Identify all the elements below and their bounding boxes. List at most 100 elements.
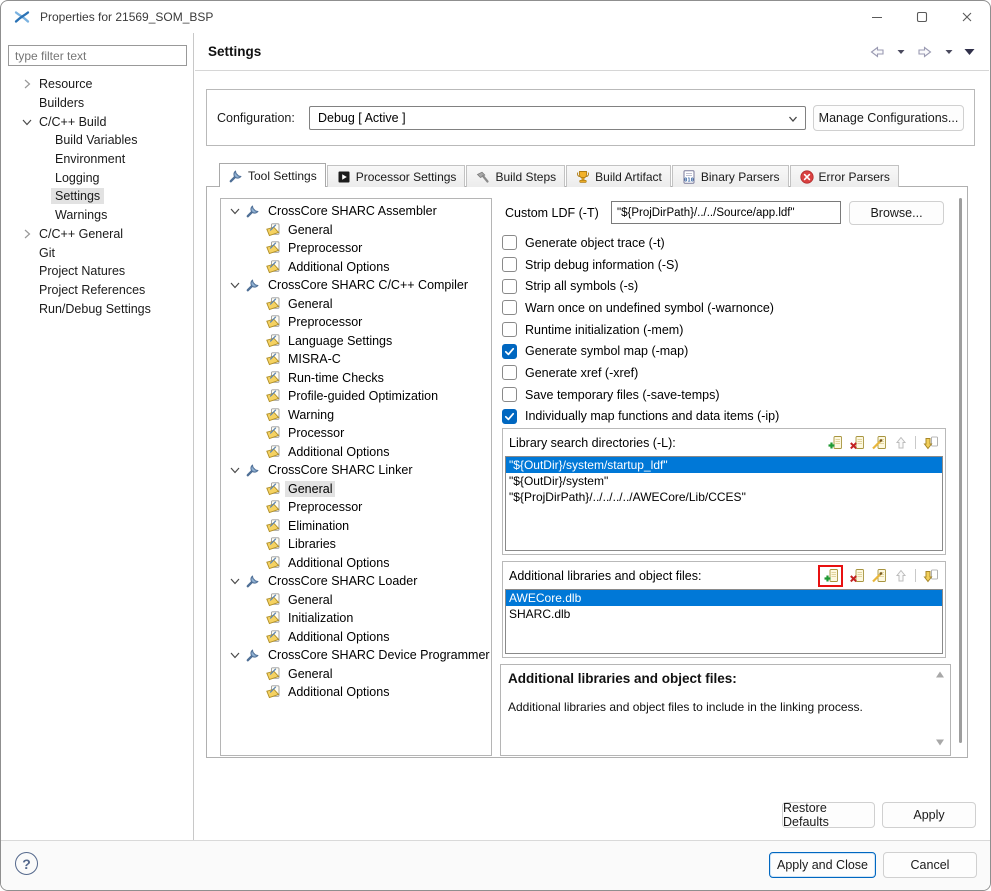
- tool-tree-item-general[interactable]: General: [221, 221, 491, 240]
- add-button[interactable]: [826, 435, 843, 451]
- move-down-button[interactable]: [922, 568, 939, 584]
- tab-processor-settings[interactable]: Processor Settings: [327, 165, 466, 187]
- tool-tree-item-elimination[interactable]: Elimination: [221, 517, 491, 536]
- tool-tree-item-crosscore-sharc-device-programmer[interactable]: CrossCore SHARC Device Programmer: [221, 646, 491, 665]
- cancel-button[interactable]: Cancel: [883, 852, 977, 878]
- checkbox-checked-icon[interactable]: [502, 409, 517, 424]
- tool-tree-item-initialization[interactable]: Initialization: [221, 609, 491, 628]
- list-item[interactable]: "${OutDir}/system/startup_ldf": [506, 457, 942, 473]
- custom-ldf-input[interactable]: [611, 201, 841, 224]
- sidebar-item-c-c-general[interactable]: C/C++ General: [1, 225, 192, 244]
- tool-tree-item-additional-options[interactable]: Additional Options: [221, 554, 491, 573]
- apply-and-close-button[interactable]: Apply and Close: [769, 852, 876, 878]
- tool-tree-item-crosscore-sharc-linker[interactable]: CrossCore SHARC Linker: [221, 461, 491, 480]
- tool-tree-item-crosscore-sharc-assembler[interactable]: CrossCore SHARC Assembler: [221, 202, 491, 221]
- sidebar-item-run-debug-settings[interactable]: Run/Debug Settings: [1, 299, 192, 318]
- tool-tree-item-processor[interactable]: Processor: [221, 424, 491, 443]
- view-menu-button[interactable]: [964, 48, 975, 56]
- tab-build-steps[interactable]: Build Steps: [466, 165, 565, 187]
- list-item[interactable]: "${ProjDirPath}/../../../../AWECore/Lib/…: [506, 489, 942, 505]
- move-up-button[interactable]: [892, 435, 909, 451]
- list-item[interactable]: AWECore.dlb: [506, 590, 942, 606]
- apply-button[interactable]: Apply: [882, 802, 976, 828]
- checkbox-checked-icon[interactable]: [502, 344, 517, 359]
- tool-tree-item-warning[interactable]: Warning: [221, 406, 491, 425]
- tool-tree-item-crosscore-sharc-c-c-compiler[interactable]: CrossCore SHARC C/C++ Compiler: [221, 276, 491, 295]
- checkbox-unchecked-icon[interactable]: [502, 279, 517, 294]
- restore-defaults-button[interactable]: Restore Defaults: [782, 802, 875, 828]
- tab-binary-parsers[interactable]: 010Binary Parsers: [672, 165, 789, 187]
- scroll-down-icon[interactable]: [934, 738, 946, 750]
- chevron-down-icon[interactable]: [227, 203, 243, 219]
- tool-tree-item-preprocessor[interactable]: Preprocessor: [221, 498, 491, 517]
- minimize-button[interactable]: [854, 2, 899, 32]
- chevron-right-icon[interactable]: [19, 76, 35, 92]
- tool-tree-item-profile-guided-optimization[interactable]: Profile-guided Optimization: [221, 387, 491, 406]
- back-dropdown-button[interactable]: [897, 49, 905, 55]
- chevron-down-icon[interactable]: [227, 573, 243, 589]
- checkbox-save-temporary-files-save-temps[interactable]: Save temporary files (-save-temps): [502, 384, 941, 406]
- edit-button[interactable]: [870, 435, 887, 451]
- edit-button[interactable]: [870, 568, 887, 584]
- sidebar-item-builders[interactable]: Builders: [1, 94, 192, 113]
- tool-tree-item-additional-options[interactable]: Additional Options: [221, 443, 491, 462]
- checkbox-generate-object-trace-t[interactable]: Generate object trace (-t): [502, 232, 941, 254]
- tool-tree-item-language-settings[interactable]: Language Settings: [221, 332, 491, 351]
- checkbox-generate-symbol-map-map[interactable]: Generate symbol map (-map): [502, 340, 941, 362]
- chevron-down-icon[interactable]: [19, 114, 35, 130]
- tool-tree-item-additional-options[interactable]: Additional Options: [221, 628, 491, 647]
- maximize-button[interactable]: [899, 2, 944, 32]
- checkbox-individually-map-functions-and-data-items-ip[interactable]: Individually map functions and data item…: [502, 406, 941, 428]
- checkbox-unchecked-icon[interactable]: [502, 365, 517, 380]
- checkbox-strip-all-symbols-s[interactable]: Strip all symbols (-s): [502, 275, 941, 297]
- sidebar-item-git[interactable]: Git: [1, 243, 192, 262]
- forward-button[interactable]: [916, 44, 934, 60]
- checkbox-unchecked-icon[interactable]: [502, 257, 517, 272]
- tool-tree-item-preprocessor[interactable]: Preprocessor: [221, 239, 491, 258]
- scroll-up-icon[interactable]: [934, 670, 946, 682]
- tool-tree-item-general[interactable]: General: [221, 295, 491, 314]
- tool-tree-item-crosscore-sharc-loader[interactable]: CrossCore SHARC Loader: [221, 572, 491, 591]
- checkbox-unchecked-icon[interactable]: [502, 387, 517, 402]
- sidebar-item-c-c-build[interactable]: C/C++ Build: [1, 112, 192, 131]
- move-up-button[interactable]: [892, 568, 909, 584]
- checkbox-unchecked-icon[interactable]: [502, 300, 517, 315]
- tab-tool-settings[interactable]: Tool Settings: [219, 163, 326, 187]
- sidebar-item-logging[interactable]: Logging: [1, 168, 192, 187]
- checkbox-warn-once-on-undefined-symbol-warnonce[interactable]: Warn once on undefined symbol (-warnonce…: [502, 297, 941, 319]
- chevron-down-icon[interactable]: [227, 647, 243, 663]
- tool-tree-item-general[interactable]: General: [221, 665, 491, 684]
- sidebar-item-environment[interactable]: Environment: [1, 150, 192, 169]
- chevron-down-icon[interactable]: [227, 277, 243, 293]
- tool-tree-item-misra-c[interactable]: MISRA-C: [221, 350, 491, 369]
- list-item[interactable]: SHARC.dlb: [506, 606, 942, 622]
- forward-dropdown-button[interactable]: [945, 49, 953, 55]
- list-item[interactable]: "${OutDir}/system": [506, 473, 942, 489]
- checkbox-generate-xref-xref[interactable]: Generate xref (-xref): [502, 362, 941, 384]
- vertical-scrollbar[interactable]: [959, 198, 962, 743]
- chevron-down-icon[interactable]: [227, 462, 243, 478]
- add-button[interactable]: [822, 568, 839, 584]
- back-button[interactable]: [868, 44, 886, 60]
- remove-button[interactable]: [848, 568, 865, 584]
- configuration-select[interactable]: Debug [ Active ]: [309, 106, 806, 130]
- tool-tree-item-preprocessor[interactable]: Preprocessor: [221, 313, 491, 332]
- tool-tree-item-run-time-checks[interactable]: Run-time Checks: [221, 369, 491, 388]
- close-button[interactable]: [944, 2, 989, 32]
- sidebar-item-warnings[interactable]: Warnings: [1, 206, 192, 225]
- tool-tree-item-additional-options[interactable]: Additional Options: [221, 683, 491, 702]
- help-icon[interactable]: ?: [15, 852, 38, 875]
- chevron-right-icon[interactable]: [19, 226, 35, 242]
- tool-tree-item-libraries[interactable]: Libraries: [221, 535, 491, 554]
- checkbox-strip-debug-information-s[interactable]: Strip debug information (-S): [502, 254, 941, 276]
- sidebar-item-build-variables[interactable]: Build Variables: [1, 131, 192, 150]
- sidebar-item-resource[interactable]: Resource: [1, 75, 192, 94]
- move-down-button[interactable]: [922, 435, 939, 451]
- checkbox-unchecked-icon[interactable]: [502, 322, 517, 337]
- remove-button[interactable]: [848, 435, 865, 451]
- tool-tree-item-general[interactable]: General: [221, 591, 491, 610]
- sidebar-item-project-references[interactable]: Project References: [1, 281, 192, 300]
- tab-error-parsers[interactable]: Error Parsers: [790, 165, 899, 187]
- browse-button[interactable]: Browse...: [849, 201, 944, 225]
- checkbox-unchecked-icon[interactable]: [502, 235, 517, 250]
